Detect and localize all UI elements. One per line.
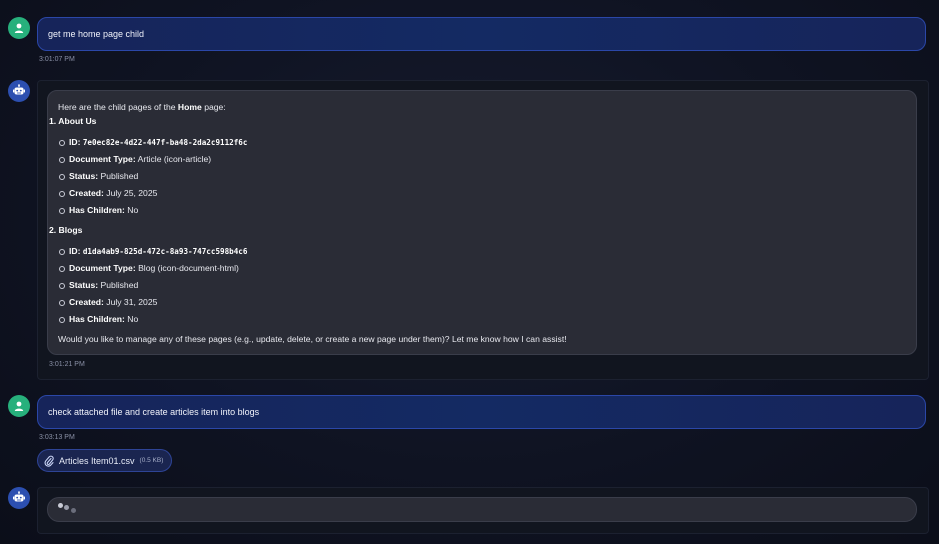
detail-item-children: Has Children: No [59, 205, 138, 215]
detail-item-type: Document Type: Article (icon-article) [59, 154, 211, 164]
robot-icon [13, 491, 25, 502]
user-avatar [8, 395, 30, 417]
assistant-message-bubble: Here are the child pages of the Home pag… [47, 90, 917, 355]
detail-item-id: ID: d1da4ab9-825d-472c-8a93-747cc598b4c6 [59, 246, 248, 257]
attachment-chip[interactable]: Articles Item01.csv (0.5 KB) [37, 449, 173, 472]
detail-item-status: Status: Published [59, 171, 138, 181]
typing-dot [71, 508, 76, 513]
detail-item-children: Has Children: No [59, 314, 138, 324]
message-timestamp: 3:01:07 PM [39, 56, 75, 63]
document-id: d1da4ab9-825d-472c-8a93-747cc598b4c6 [82, 247, 248, 256]
user-message-bubble: get me home page child [37, 17, 926, 51]
paperclip-icon [44, 455, 54, 467]
intro-bold: Home [177, 102, 202, 112]
user-message-text: get me home page child [48, 29, 145, 39]
assistant-closing-text: Would you like to manage any of these pa… [58, 334, 567, 344]
assistant-avatar [8, 487, 30, 509]
robot-icon [13, 84, 25, 95]
typing-dot [64, 505, 69, 510]
attachment-filename: Articles Item01.csv [59, 455, 135, 466]
user-avatar [8, 17, 30, 39]
message-timestamp: 3:01:21 PM [49, 361, 85, 368]
detail-item-type: Document Type: Blog (icon-document-html) [59, 263, 239, 273]
document-id: 7e0ec82e-4d22-447f-ba48-2da2c9112f6c [82, 138, 248, 147]
user-message-text: check attached file and create articles … [48, 407, 260, 417]
user-message-bubble: check attached file and create articles … [37, 395, 926, 429]
intro-text: Here are the child pages of the [58, 102, 178, 112]
message-timestamp: 3:03:13 PM [39, 434, 75, 441]
child-page-heading: 1. About Us [49, 116, 97, 126]
user-icon [14, 23, 24, 33]
typing-dot [58, 503, 63, 508]
detail-item-created: Created: July 31, 2025 [59, 297, 157, 307]
detail-item-status: Status: Published [59, 280, 138, 290]
attachment-size: (0.5 KB) [139, 457, 164, 464]
typing-indicator-bubble [47, 497, 917, 522]
assistant-avatar [8, 80, 30, 102]
detail-item-created: Created: July 25, 2025 [59, 188, 157, 198]
intro-text-end: page: [201, 102, 226, 112]
user-icon [14, 401, 24, 411]
detail-item-id: ID: 7e0ec82e-4d22-447f-ba48-2da2c9112f6c [59, 137, 248, 148]
child-page-heading: 2. Blogs [49, 225, 83, 235]
assistant-intro: Here are the child pages of the Home pag… [58, 102, 226, 112]
